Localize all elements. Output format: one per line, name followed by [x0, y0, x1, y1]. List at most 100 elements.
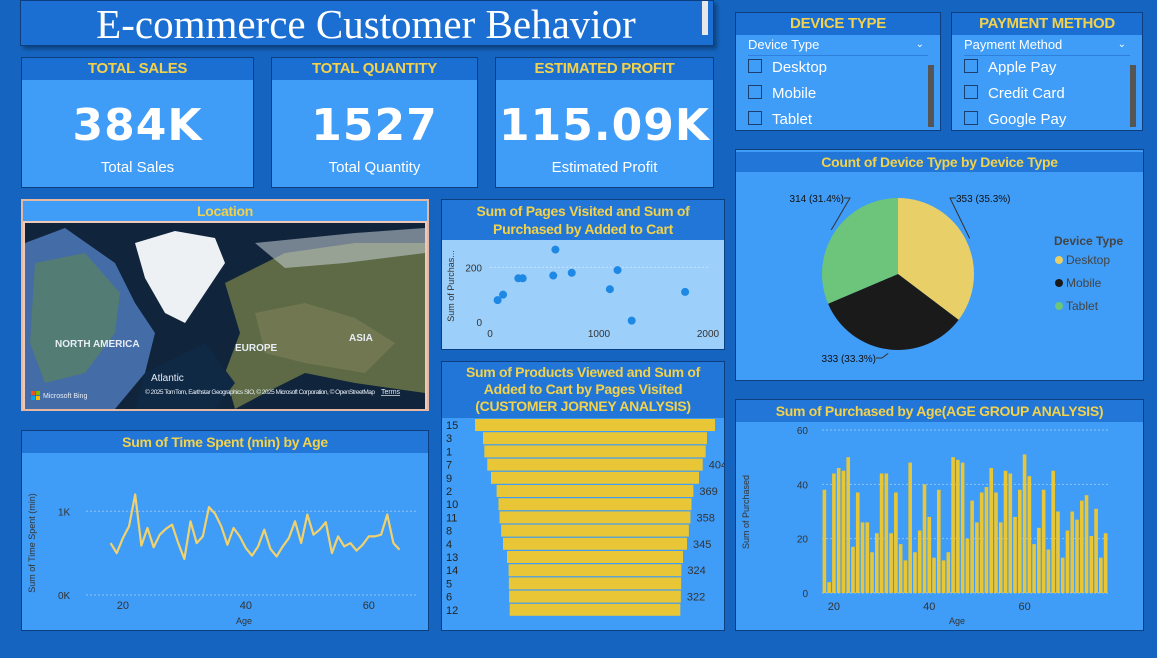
map-title: Location [23, 201, 427, 221]
bar [1022, 454, 1027, 593]
kpi-total-quantity: TOTAL QUANTITY 1527 Total Quantity [271, 57, 478, 188]
bar [975, 522, 979, 593]
map-label-atlantic: Atlantic [151, 373, 184, 384]
bar [884, 473, 889, 593]
funnel-svg: 1531 7 404 92 369 1011 358 84 345 1314 324 5 6 322 12 [446, 419, 724, 617]
kpi-label: ESTIMATED PROFIT [496, 58, 713, 80]
funnel-value-label: 358 [696, 512, 714, 524]
bars-svg: 0 20 40 60 20 40 60 Age Sum of Purchased [741, 426, 1108, 626]
map-terms[interactable]: Terms [381, 389, 401, 396]
option-label: Tablet [772, 111, 813, 128]
bar [860, 522, 865, 593]
funnel-category-label: 4 [446, 539, 452, 551]
bar [1075, 519, 1079, 593]
funnel-category-label: 9 [446, 473, 452, 485]
bar [1084, 495, 1089, 593]
scatter-point [567, 268, 576, 277]
bar [841, 470, 846, 593]
option-label: Google Pay [988, 111, 1067, 128]
slicer-scrollbar[interactable] [1130, 65, 1136, 127]
map-label-europe: EUROPE [235, 343, 278, 354]
kpi-value: 115.09K [499, 100, 710, 151]
x-tick-label: 1000 [588, 329, 611, 340]
funnel-category-label: 15 [446, 420, 458, 432]
slicer-payment-method: PAYMENT METHOD Payment Method ⌄ Apple Pay… [951, 12, 1143, 131]
funnel-category-label: 8 [446, 526, 452, 538]
option-label: Desktop [772, 59, 828, 76]
scatter-svg: 02000 1000 2000Sum of Purchas... [442, 240, 724, 349]
y-tick-label: 1K [58, 507, 71, 518]
checkbox[interactable] [748, 111, 762, 125]
slicer-dropdown[interactable]: Device Type ⌄ [748, 35, 928, 56]
kpi-value: 1527 [311, 100, 438, 151]
x-axis-label: Age [949, 616, 965, 626]
funnel-category-label: 7 [446, 460, 452, 472]
map-credits: © 2025 TomTom, Earthstar Geographics SIO… [145, 388, 375, 396]
bar [984, 487, 989, 593]
bar [1037, 527, 1041, 593]
slicer-option-tablet[interactable]: Tablet [748, 108, 813, 130]
funnel-bar [507, 551, 683, 563]
bar [1056, 511, 1060, 593]
bar [994, 492, 998, 593]
funnel-category-label: 14 [446, 565, 458, 577]
bar [1099, 557, 1103, 593]
funnel-category-label: 1 [446, 446, 452, 458]
bar [927, 516, 932, 593]
funnel-bar [499, 511, 691, 524]
chevron-down-icon: ⌄ [1117, 39, 1126, 50]
funnel-bar [508, 564, 682, 577]
pages-vs-purchased-scatter: Sum of Pages Visited and Sum of Purchase… [441, 199, 725, 350]
slicer-option-credit-card[interactable]: Credit Card [964, 82, 1065, 106]
checkbox[interactable] [748, 59, 762, 73]
checkbox[interactable] [964, 85, 978, 99]
slicer-option-google-pay[interactable]: Google Pay [964, 108, 1067, 130]
funnel-bar [501, 524, 689, 537]
funnel-value-label: 345 [693, 539, 711, 551]
bar [865, 522, 870, 593]
y-tick-label: 0 [476, 318, 482, 329]
checkbox[interactable] [748, 85, 762, 99]
legend-label-tablet: Tablet [1066, 299, 1099, 313]
x-tick-label: 0 [487, 329, 493, 340]
scatter-point [499, 290, 508, 299]
scatter-point [605, 285, 614, 294]
title-banner: E-commerce Customer Behavior [20, 0, 714, 47]
funnel-value-label: 324 [687, 565, 705, 577]
funnel-bar [503, 537, 687, 550]
funnel-category-label: 10 [446, 499, 458, 511]
bar [1013, 516, 1017, 593]
kpi-caption: Estimated Profit [551, 159, 658, 176]
slicer-dropdown[interactable]: Payment Method ⌄ [964, 35, 1130, 56]
pie-data-label: 333 (33.3%) [822, 354, 876, 365]
map-label-north-america: NORTH AMERICA [55, 339, 140, 350]
y-tick-label: 0 [802, 589, 808, 600]
option-label: Mobile [772, 85, 817, 102]
checkbox[interactable] [964, 59, 978, 73]
checkbox[interactable] [964, 111, 978, 125]
slicer-scrollbar[interactable] [928, 65, 934, 127]
pie-data-label: 353 (35.3%) [956, 194, 1010, 205]
slicer-option-mobile[interactable]: Mobile [748, 82, 816, 106]
bar [989, 468, 994, 593]
funnel-category-label: 13 [446, 552, 458, 564]
x-tick-label: 20 [828, 601, 840, 613]
funnel-bar [508, 577, 682, 590]
bar [951, 457, 955, 593]
bar [879, 473, 884, 593]
slicer-option-desktop[interactable]: Desktop [748, 56, 827, 80]
bar [1103, 533, 1108, 593]
bar [894, 492, 898, 593]
bar [1065, 530, 1070, 593]
pie-leader-line [876, 352, 889, 359]
slicer-option-apple-pay[interactable]: Apple Pay [964, 56, 1056, 80]
legend-label-mobile: Mobile [1066, 276, 1102, 290]
y-tick-label: 200 [465, 263, 482, 274]
location-map[interactable]: Location NORTH AMERICA EUROPE ASIA Atlan… [21, 199, 429, 411]
scrollbar[interactable] [702, 1, 708, 35]
bar [960, 462, 965, 593]
slicer-device-type: DEVICE TYPE Device Type ⌄ Desktop Mobile … [735, 12, 941, 131]
map-svg[interactable]: NORTH AMERICA EUROPE ASIA Atlantic © 202… [25, 223, 425, 409]
funnel-category-label: 5 [446, 578, 452, 590]
funnel-category-label: 2 [446, 486, 452, 498]
